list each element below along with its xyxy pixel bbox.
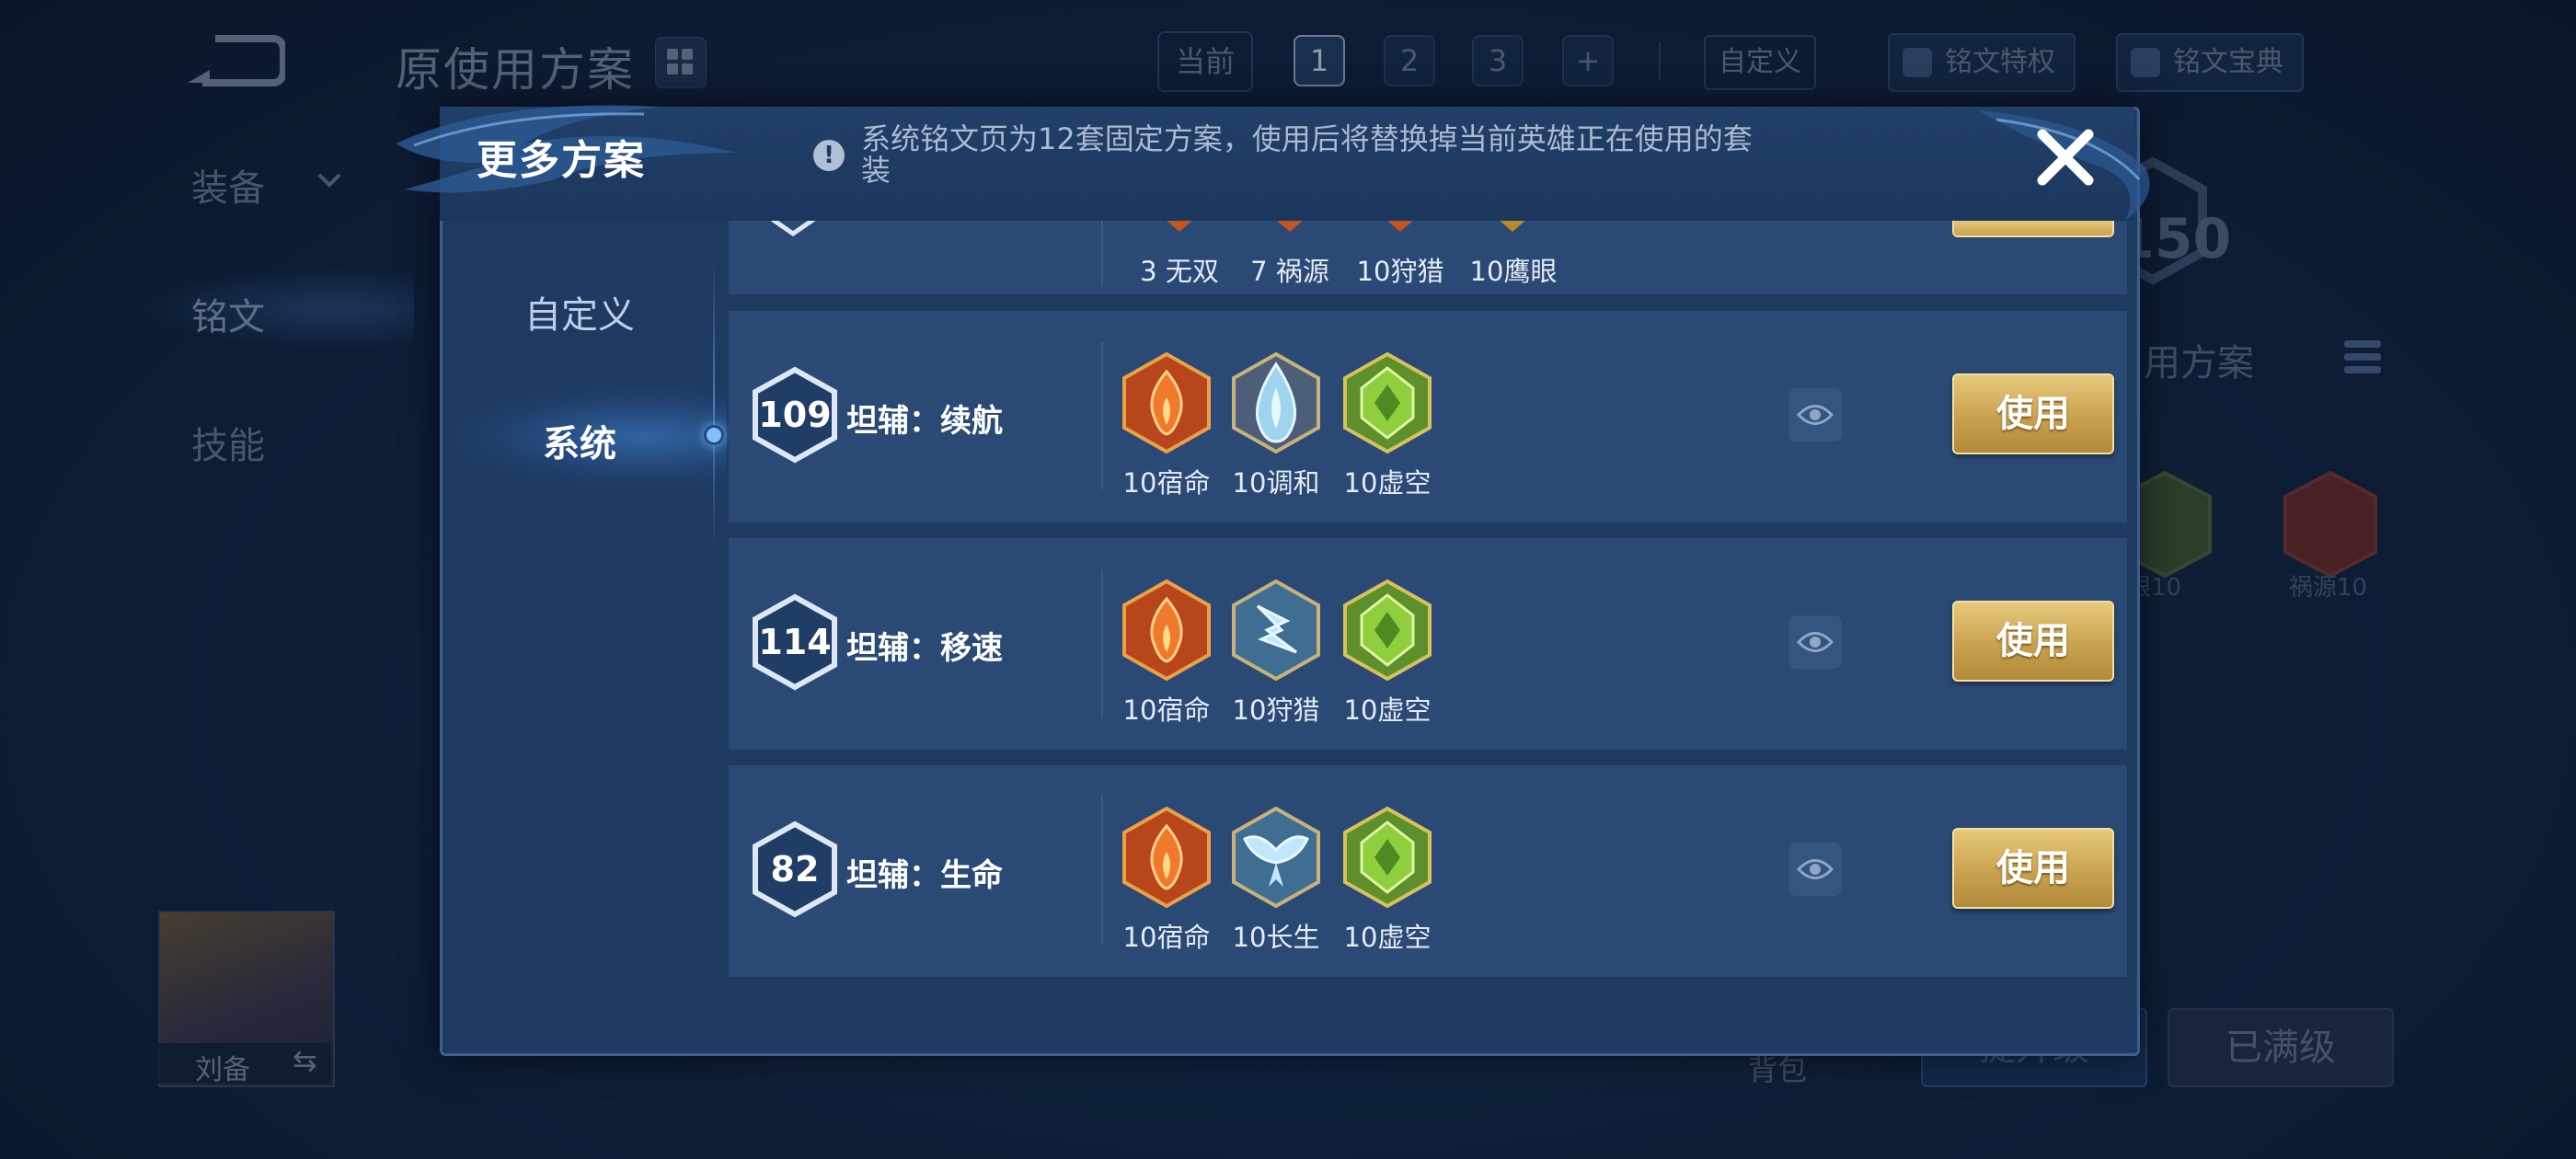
scheme-list[interactable]: 3 无双 7 祸源 10狩猎 10鹰眼 109 坦辅：续航 10宿命 10调和 … [729,221,2127,979]
notice-text: 系统铭文页为12套固定方案，使用后将替换掉当前英雄正在使用的套装 [861,121,1753,188]
use-button[interactable]: 使用 [1952,373,2114,454]
rune-label: 10宿命 [1122,467,1211,499]
rune-label: 10狩猎 [1232,694,1320,726]
eye-icon [1797,859,1834,879]
level-hex-icon [770,221,816,237]
active-tab-dot [704,425,724,445]
rune-label: 10虚空 [1343,922,1432,953]
use-button[interactable]: 使用 [1952,601,2114,682]
scheme-row: 109 坦辅：续航 10宿命 10调和 10虚空 使用 [729,311,2127,522]
use-button[interactable] [1952,221,2114,237]
rune-label: 10狩猎 [1356,256,1444,287]
rune-label: 10虚空 [1343,694,1432,726]
rune-label: 3 无双 [1140,256,1219,287]
rune-icon [1277,221,1303,232]
scheme-row: 114 坦辅：移速 10宿命 10狩猎 10虚空 使用 [729,538,2127,750]
scheme-level: 109 [758,395,832,435]
scheme-name: 坦辅：生命 [846,857,1003,894]
tab-system[interactable]: 系统 [442,414,718,467]
rune-label: 10长生 [1232,922,1320,953]
rune-label: 10宿命 [1122,922,1211,953]
rune-icon [1387,221,1413,232]
fire-rune-icon [1122,351,1211,454]
close-icon[interactable] [2033,125,2098,189]
drop-rune-icon [1232,351,1320,454]
tab-custom[interactable]: 自定义 [442,285,718,339]
eye-icon [1797,405,1834,425]
scheme-level: 82 [770,849,820,889]
wing-rune-icon [1232,806,1320,909]
rune-label: 7 祸源 [1250,256,1329,287]
preview-button[interactable] [1788,615,1842,669]
scheme-row: 82 坦辅：生命 10宿命 10长生 10虚空 使用 [729,765,2127,977]
rune-label: 10宿命 [1122,694,1211,726]
preview-button[interactable] [1788,388,1842,442]
leaf-rune-icon [1343,806,1432,909]
scheme-row: 3 无双 7 祸源 10狩猎 10鹰眼 [729,221,2127,294]
scheme-level: 114 [758,622,832,662]
leaf-rune-icon [1343,351,1432,454]
info-icon: ! [813,140,845,171]
rune-label: 10调和 [1232,467,1320,499]
preview-button[interactable] [1788,843,1842,896]
rune-icon [1167,221,1192,232]
leaf-rune-icon [1343,579,1432,682]
rune-label: 10虚空 [1343,467,1432,499]
modal-title: 更多方案 [477,137,646,184]
rune-icon [1500,221,1525,232]
scheme-name: 坦辅：移速 [846,630,1003,667]
fire-rune-icon [1122,806,1211,909]
rune-label: 10鹰眼 [1469,256,1558,287]
use-button[interactable]: 使用 [1952,828,2114,909]
bolt-rune-icon [1232,579,1320,682]
eye-icon [1797,632,1834,652]
fire-rune-icon [1122,579,1211,682]
scheme-name: 坦辅：续航 [846,403,1003,440]
